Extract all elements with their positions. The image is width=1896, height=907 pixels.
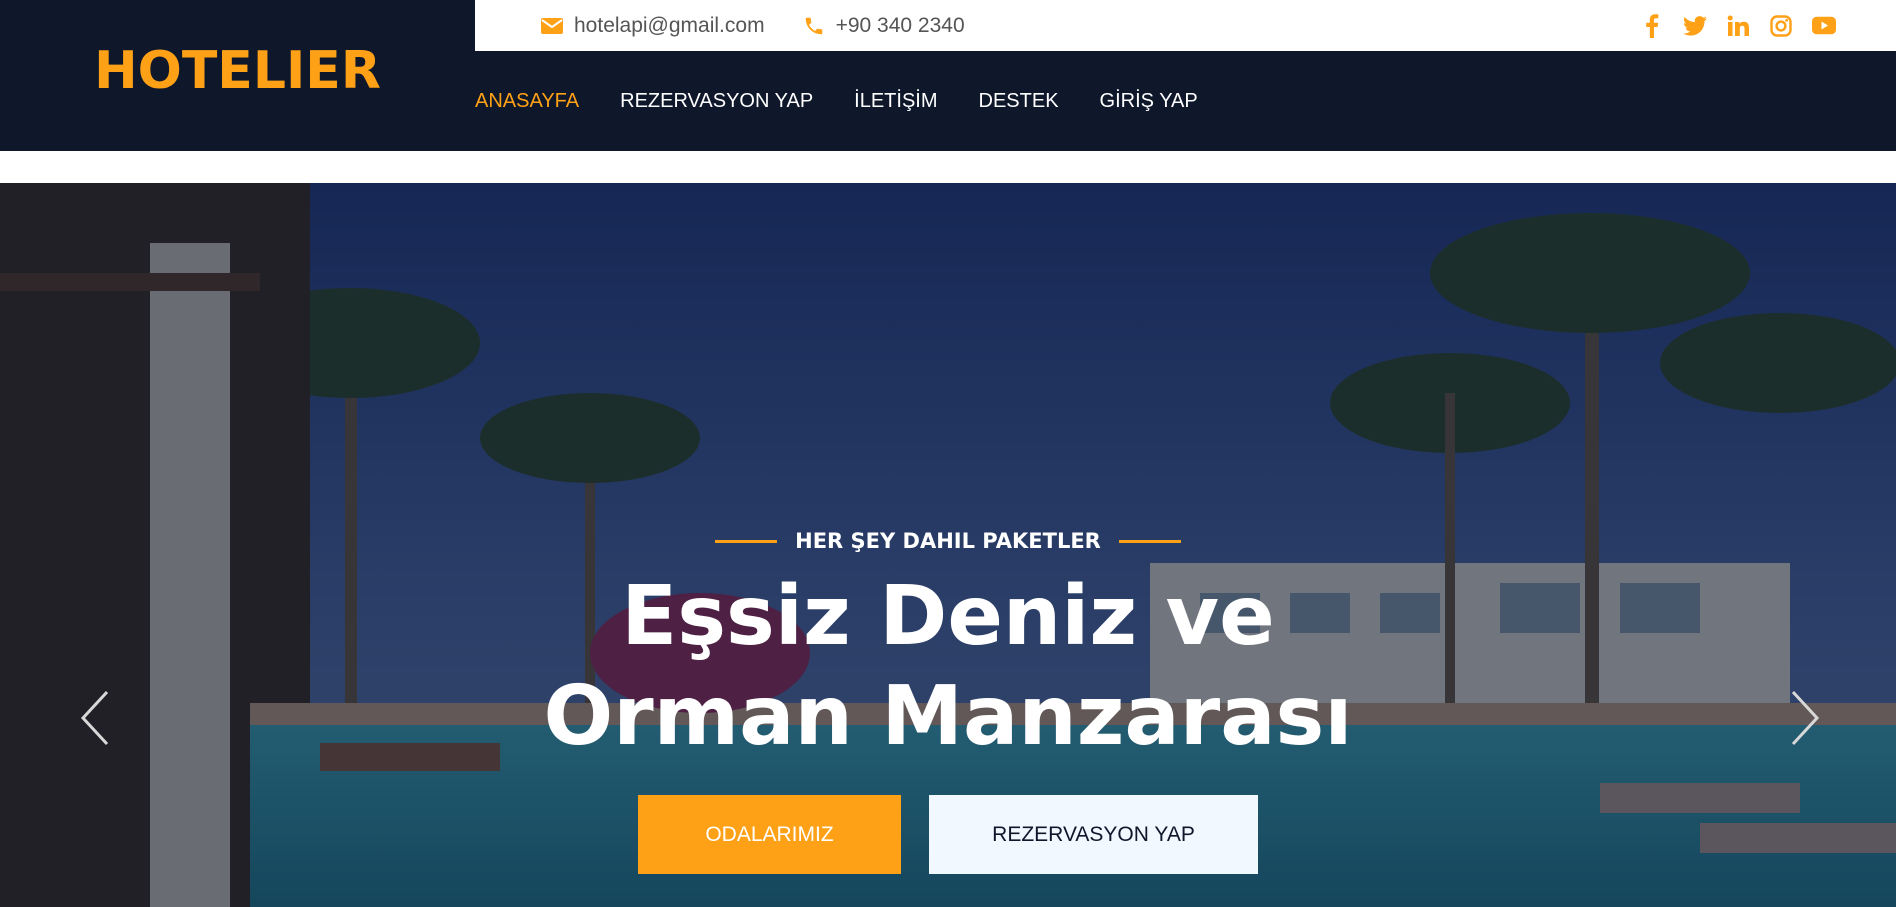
subtitle-line-left [715,539,778,543]
brand-logo[interactable]: HOTELIER [94,41,381,101]
twitter-icon[interactable] [1683,14,1707,38]
hero-subtitle: HER ŞEY DAHIL PAKETLER [0,529,1896,553]
contact-phone: +90 340 2340 [803,14,965,38]
email-text: hotelapi@gmail.com [574,13,765,37]
instagram-icon[interactable] [1769,14,1793,38]
hero-title-line2: Orman Manzarası [543,669,1353,764]
phone-icon [805,17,822,34]
subtitle-line-right [1118,539,1181,543]
hero-title-line1: Eşsiz Deniz ve [621,569,1275,664]
nav-item-login[interactable]: GİRİŞ YAP [1100,90,1198,113]
linkedin-icon[interactable] [1726,14,1750,38]
brand-block: HOTELIER [0,0,475,151]
contact-email: hotelapi@gmail.com [541,14,765,38]
nav-item-contact[interactable]: İLETİŞİM [854,90,937,113]
phone-text: +90 340 2340 [835,13,965,37]
main-navbar: ANASAYFA REZERVASYON YAP İLETİŞİM DESTEK… [475,51,1896,151]
envelope-icon [541,17,563,34]
facebook-icon[interactable] [1640,13,1664,38]
hero-title: Eşsiz Deniz ve Orman Manzarası [0,567,1896,767]
rooms-button[interactable]: ODALARIMIZ [638,795,901,874]
hero-subtitle-text: HER ŞEY DAHIL PAKETLER [795,529,1101,553]
nav-item-support[interactable]: DESTEK [979,90,1059,113]
top-contact-bar: hotelapi@gmail.com +90 340 2340 [475,0,1896,51]
nav-item-reservation[interactable]: REZERVASYON YAP [620,90,813,113]
book-now-button[interactable]: REZERVASYON YAP [929,795,1258,874]
nav-item-home[interactable]: ANASAYFA [475,90,579,113]
hero-content: HER ŞEY DAHIL PAKETLER Eşsiz Deniz ve Or… [0,529,1896,874]
hero-carousel: HER ŞEY DAHIL PAKETLER Eşsiz Deniz ve Or… [0,183,1896,907]
social-links [1640,13,1836,38]
youtube-icon[interactable] [1812,14,1836,38]
hero-buttons: ODALARIMIZ REZERVASYON YAP [0,795,1896,874]
